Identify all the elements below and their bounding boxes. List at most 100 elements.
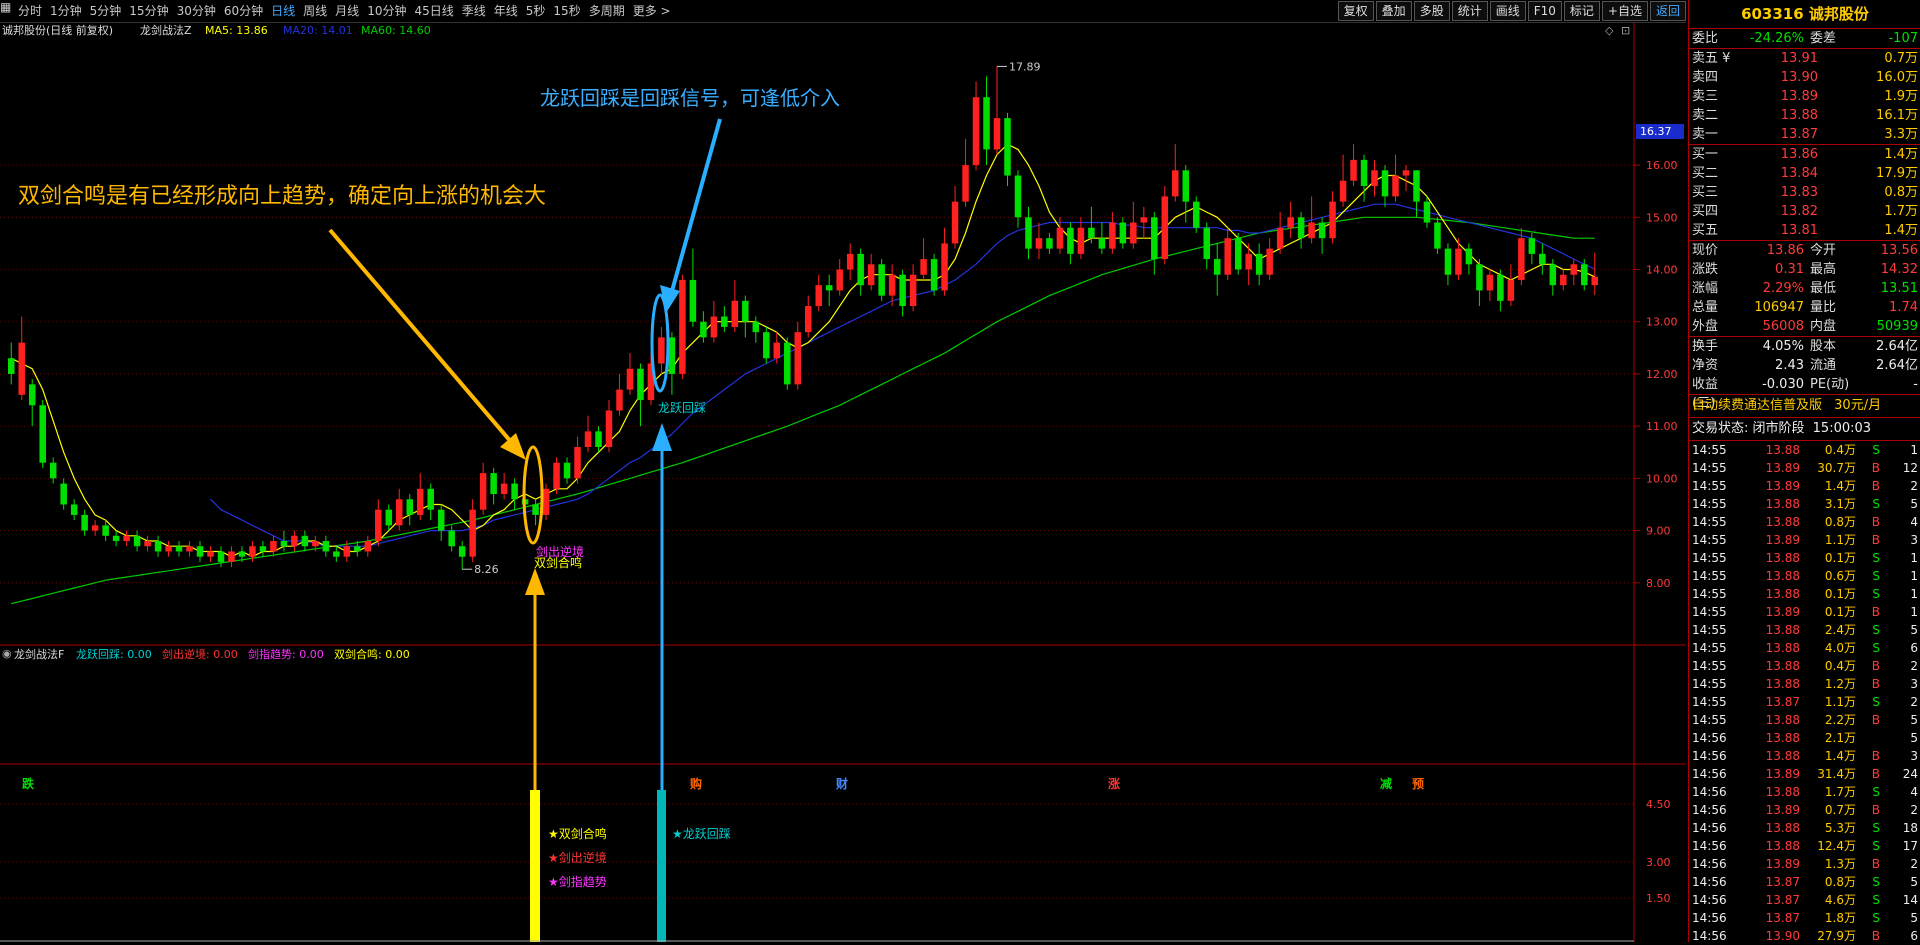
subscription-ad[interactable]: 自动续费通达信普及版 30元/月 xyxy=(1689,395,1920,418)
tick-row: 14:56 13.90 27.9万 B 6 xyxy=(1692,929,1918,943)
tick-row: 14:55 13.88 0.4万 S 1 xyxy=(1692,443,1918,457)
y-tick-label: 14.00 xyxy=(1646,264,1678,277)
longyue-signal-bar xyxy=(657,790,666,942)
y-tick-label: 11.00 xyxy=(1646,420,1678,433)
event-marker[interactable]: 减 xyxy=(1380,776,1392,791)
candle xyxy=(784,337,791,390)
quote-row: 净资 2.43 流通 2.64亿 xyxy=(1692,358,1918,373)
period-tab[interactable]: 季线 xyxy=(458,0,490,22)
event-marker[interactable]: 购 xyxy=(690,776,702,791)
tick-row: 14:56 13.88 2.1万 5 xyxy=(1692,731,1918,745)
tick-row: 14:56 13.87 0.8万 S 5 xyxy=(1692,875,1918,889)
y-tick-label: 15.00 xyxy=(1646,211,1678,224)
event-marker[interactable]: 涨 xyxy=(1108,776,1120,791)
candle xyxy=(542,483,550,521)
event-marker[interactable]: 预 xyxy=(1412,777,1424,791)
y-tick-label: 9.00 xyxy=(1646,525,1671,538)
tick-list[interactable]: 14:55 13.88 0.4万 S 1 14:55 13.89 30.7万 B 12 14:55 1… xyxy=(1689,441,1920,945)
sub-panel-title: 龙剑战法F xyxy=(14,647,64,661)
sub-panel-icon: ◉ xyxy=(2,647,12,660)
candle xyxy=(1004,112,1011,186)
tick-row: 14:55 13.88 1.2万 B 3 xyxy=(1692,677,1918,691)
close-icon[interactable]: ⊡ xyxy=(1621,24,1630,37)
low-price-label: 8.26 xyxy=(474,563,499,576)
tick-row: 14:55 13.89 30.7万 B 12 xyxy=(1692,461,1918,475)
asks-row[interactable]: 卖二 13.88 16.1万 xyxy=(1689,106,1920,125)
ma-legend-item: MA60: 14.60 xyxy=(361,24,431,37)
period-tab[interactable]: 年线 xyxy=(490,0,522,22)
sub-indicator-value: 剑出逆境: 0.00 xyxy=(162,647,238,661)
stock-code: 603316 xyxy=(1741,5,1804,23)
tool-button[interactable]: F10 xyxy=(1527,1,1562,21)
bids-row[interactable]: 买一 13.86 1.4万 xyxy=(1689,145,1920,164)
asks-row[interactable]: 卖一 13.87 3.3万 xyxy=(1689,125,1920,144)
tick-row: 14:55 13.89 1.1万 B 3 xyxy=(1692,533,1918,547)
tool-button[interactable]: 返回 xyxy=(1649,1,1686,21)
tick-row: 14:56 13.87 1.8万 S 5 xyxy=(1692,911,1918,925)
event-marker[interactable]: 跌 xyxy=(22,776,35,791)
chart-header-name: 诚邦股份(日线 前复权) xyxy=(2,23,113,37)
period-tab[interactable]: 30分钟 xyxy=(173,0,220,22)
kline-chart[interactable]: 16.00 15.00 14.00 13.00 12.00 11.00 10.00 9.00 8… xyxy=(0,23,1686,942)
tool-button[interactable]: 叠加 xyxy=(1375,1,1412,21)
asks-row[interactable]: 卖四 13.90 16.0万 xyxy=(1689,68,1920,87)
tool-button[interactable]: 标记 xyxy=(1563,1,1600,21)
y-tick-label: 10.00 xyxy=(1646,472,1678,485)
sub-signal-label: ★双剑合鸣 xyxy=(548,826,607,841)
period-tab[interactable]: 15秒 xyxy=(549,0,584,22)
ask-list: 卖五 ¥13.91 0.7万 卖四 13.90 16.0万 卖三 13.89 1.9万 卖二 13… xyxy=(1689,49,1920,145)
period-tab[interactable]: 分时 xyxy=(14,0,46,22)
sub-indicator-value: 剑指趋势: 0.00 xyxy=(248,647,324,661)
candle xyxy=(1193,196,1200,233)
asks-row[interactable]: 卖三 13.89 1.9万 xyxy=(1689,87,1920,106)
period-tab[interactable]: 更多 > xyxy=(629,0,675,22)
period-tab[interactable]: 周线 xyxy=(299,0,331,22)
candle xyxy=(1434,217,1441,254)
period-tab[interactable]: 多周期 xyxy=(585,0,629,22)
quote-row: 涨跌 0.31 最高 14.32 xyxy=(1692,262,1918,277)
grid-icon[interactable]: ▦ xyxy=(0,0,14,22)
high-price-label: 17.89 xyxy=(1009,60,1041,73)
tick-row: 14:56 13.89 1.3万 B 2 xyxy=(1692,857,1918,871)
asks-row[interactable]: 卖五 ¥13.91 0.7万 xyxy=(1689,49,1920,68)
bids-row[interactable]: 买二 13.84 17.9万 xyxy=(1689,164,1920,183)
candle xyxy=(679,274,686,380)
tick-row: 14:56 13.88 1.4万 B 3 xyxy=(1692,749,1918,763)
tick-row: 14:56 13.88 5.3万 S 18 xyxy=(1692,821,1918,835)
annotation-shuangjian: 双剑合鸣是有已经形成向上趋势，确定向上涨的机会大 xyxy=(18,184,546,209)
signal-label-longyue: 龙跃回踩 xyxy=(658,401,706,415)
settings-icon[interactable]: ◇ xyxy=(1605,24,1614,37)
bids-row[interactable]: 买四 13.82 1.7万 xyxy=(1689,202,1920,221)
ma-legend-item: MA5: 13.86 xyxy=(205,24,268,37)
period-tab[interactable]: 60分钟 xyxy=(220,0,267,22)
bids-row[interactable]: 买三 13.83 0.8万 xyxy=(1689,183,1920,202)
event-marker[interactable]: 财 xyxy=(835,776,848,791)
tick-row: 14:55 13.88 2.4万 S 5 xyxy=(1692,623,1918,637)
tool-button[interactable]: 统计 xyxy=(1451,1,1488,21)
tick-row: 14:55 13.87 1.1万 S 2 xyxy=(1692,695,1918,709)
period-tab[interactable]: 10分钟 xyxy=(363,0,410,22)
bids-row[interactable]: 买五 13.81 1.4万 xyxy=(1689,221,1920,240)
tool-button[interactable]: 画线 xyxy=(1489,1,1526,21)
weibi-row: 委比 -24.26% 委差 -107 xyxy=(1689,29,1920,49)
period-tab[interactable]: 月线 xyxy=(331,0,363,22)
quote-table: 现价 13.86 今开 13.56 涨跌 0.31 最高 14.32 涨幅 2.29% 最低 13.5… xyxy=(1689,241,1920,337)
stock-header[interactable]: 603316 诚邦股份 xyxy=(1689,0,1920,29)
y-tick-label: 8.00 xyxy=(1646,577,1671,590)
period-tab[interactable]: 15分钟 xyxy=(125,0,172,22)
tick-row: 14:55 13.88 0.4万 B 2 xyxy=(1692,659,1918,673)
y-tick-label: 16.00 xyxy=(1646,159,1678,172)
trade-status: 交易状态: 闭市阶段 15:00:03 xyxy=(1689,418,1920,441)
current-price-box: 16.37 xyxy=(1636,124,1684,139)
period-tab[interactable]: 5秒 xyxy=(522,0,550,22)
tool-button[interactable]: +自选 xyxy=(1601,1,1648,21)
tick-row: 14:55 13.89 0.1万 B 1 xyxy=(1692,605,1918,619)
period-tab[interactable]: 5分钟 xyxy=(86,0,126,22)
sub-y-tick-label: 4.50 xyxy=(1646,798,1671,811)
candle xyxy=(553,457,560,495)
period-tab[interactable]: 45日线 xyxy=(410,0,457,22)
period-tab[interactable]: 日线 xyxy=(267,0,299,22)
period-tab[interactable]: 1分钟 xyxy=(46,0,86,22)
tool-button[interactable]: 多股 xyxy=(1413,1,1450,21)
tool-button[interactable]: 复权 xyxy=(1337,1,1374,21)
